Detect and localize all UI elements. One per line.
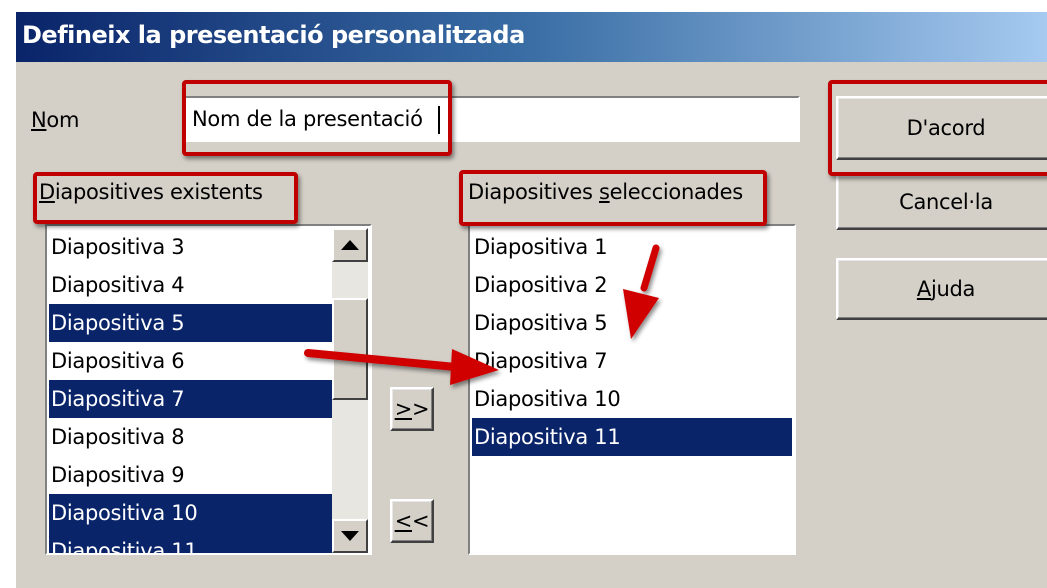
remove-rest: < bbox=[412, 509, 430, 533]
list-item[interactable]: Diapositiva 8 bbox=[49, 418, 332, 456]
list-item[interactable]: Diapositiva 6 bbox=[49, 342, 332, 380]
cancel-button[interactable]: Cancel·la bbox=[836, 174, 1047, 230]
list-item[interactable]: Diapositiva 1 bbox=[472, 228, 792, 266]
list-item-label: Diapositiva 9 bbox=[51, 463, 185, 487]
list-item-label: Diapositiva 3 bbox=[51, 235, 185, 259]
list-item-label: Diapositiva 6 bbox=[51, 349, 185, 373]
list-item-label: Diapositiva 1 bbox=[474, 235, 608, 259]
list-item[interactable]: Diapositiva 11 bbox=[472, 418, 792, 456]
help-rest: juda bbox=[930, 277, 976, 301]
annotation-box-existing bbox=[33, 172, 298, 224]
list-item[interactable]: Diapositiva 3 bbox=[49, 228, 332, 266]
list-item[interactable]: Diapositiva 2 bbox=[472, 266, 792, 304]
title-bar: Defineix la presentació personalitzada bbox=[16, 12, 1047, 62]
add-mnemonic: > bbox=[394, 397, 413, 421]
selected-slides-list[interactable]: Diapositiva 1 Diapositiva 2 Diapositiva … bbox=[468, 224, 796, 555]
list-item[interactable]: Diapositiva 10 bbox=[49, 494, 332, 532]
list-item-label: Diapositiva 5 bbox=[474, 311, 608, 335]
scroll-down-button[interactable] bbox=[332, 519, 368, 553]
list-item-label: Diapositiva 11 bbox=[474, 425, 621, 449]
list-item-label: Diapositiva 2 bbox=[474, 273, 608, 297]
arrow-down-icon bbox=[341, 531, 359, 541]
list-item[interactable]: Diapositiva 9 bbox=[49, 456, 332, 494]
scroll-up-button[interactable] bbox=[332, 228, 368, 262]
list-item-label: Diapositiva 10 bbox=[474, 387, 621, 411]
annotation-box-selected bbox=[459, 170, 767, 226]
list-item[interactable]: Diapositiva 7 bbox=[472, 342, 792, 380]
list-item-label: Diapositiva 7 bbox=[51, 387, 185, 411]
arrow-up-icon bbox=[341, 240, 359, 250]
add-slides-button[interactable]: >> bbox=[390, 387, 434, 431]
list-item-label: Diapositiva 5 bbox=[51, 311, 185, 335]
name-label-mnemonic: N bbox=[31, 108, 47, 132]
custom-show-dialog: Defineix la presentació personalitzada N… bbox=[16, 12, 1047, 588]
list-item[interactable]: Diapositiva 10 bbox=[472, 380, 792, 418]
list-item[interactable]: Diapositiva 5 bbox=[472, 304, 792, 342]
list-item-label: Diapositiva 11 bbox=[51, 539, 198, 555]
name-label-rest: om bbox=[46, 108, 80, 132]
list-item-label: Diapositiva 7 bbox=[474, 349, 608, 373]
cancel-button-label: Cancel·la bbox=[899, 190, 993, 214]
existing-slides-list[interactable]: Diapositiva 3 Diapositiva 4 Diapositiva … bbox=[45, 224, 372, 555]
scroll-thumb[interactable] bbox=[332, 298, 368, 400]
list-item[interactable]: Diapositiva 4 bbox=[49, 266, 332, 304]
help-mnemonic: A bbox=[916, 277, 931, 301]
remove-mnemonic: < bbox=[394, 509, 413, 533]
annotation-box-ok bbox=[828, 80, 1047, 176]
list-item-label: Diapositiva 4 bbox=[51, 273, 185, 297]
vertical-scrollbar[interactable] bbox=[332, 228, 368, 553]
remove-slides-button[interactable]: << bbox=[390, 499, 434, 543]
list-item[interactable]: Diapositiva 5 bbox=[49, 304, 332, 342]
name-label: Nom bbox=[31, 108, 79, 132]
list-item[interactable]: Diapositiva 7 bbox=[49, 380, 332, 418]
add-rest: > bbox=[412, 397, 430, 421]
help-button[interactable]: Ajuda bbox=[836, 258, 1047, 320]
list-item[interactable]: Diapositiva 11 bbox=[49, 532, 332, 555]
list-item-label: Diapositiva 10 bbox=[51, 501, 198, 525]
dialog-title: Defineix la presentació personalitzada bbox=[22, 21, 525, 49]
annotation-box-name bbox=[182, 80, 452, 156]
list-item-label: Diapositiva 8 bbox=[51, 425, 185, 449]
